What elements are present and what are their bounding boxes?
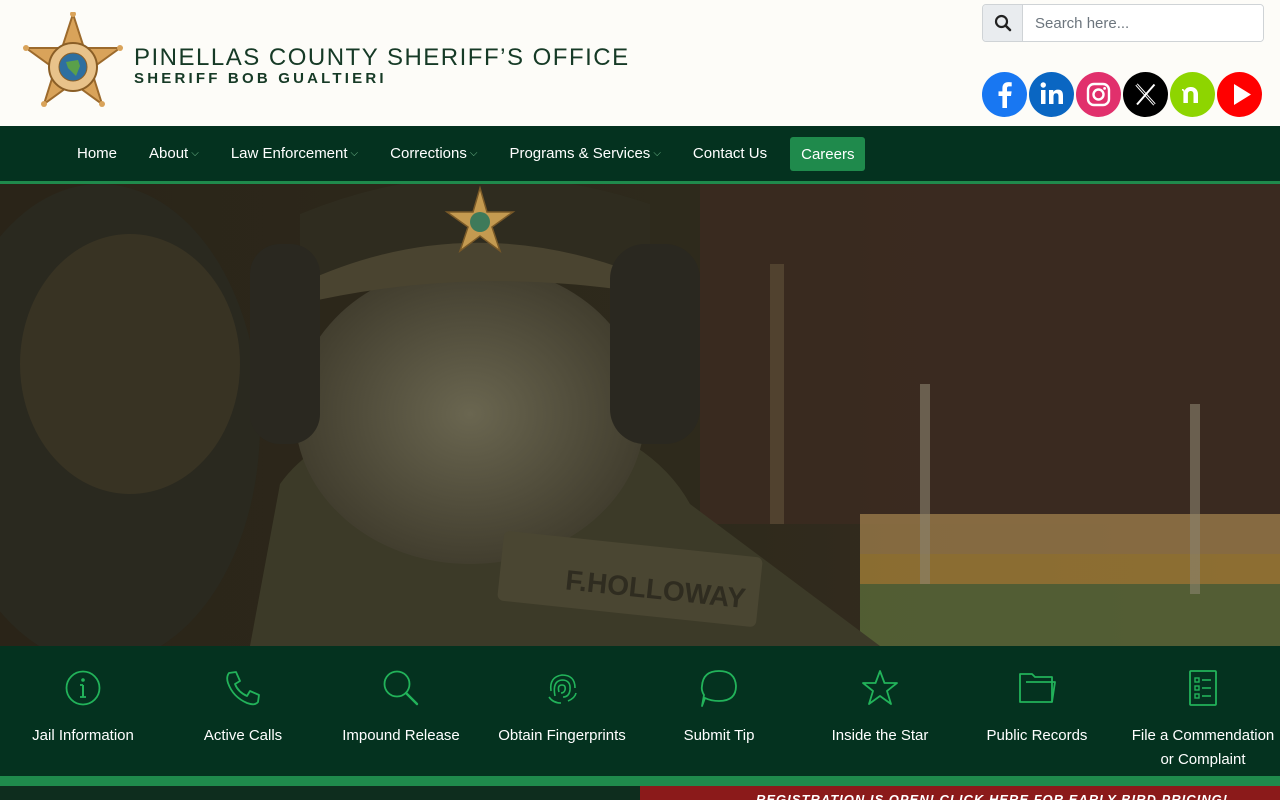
divider-bar [0,776,1280,786]
quick-link-label: Impound Release [342,727,460,744]
quick-link-label-line1: File a Commendation [1131,727,1275,744]
chat-bubble-icon [699,668,739,708]
quick-link-label: Jail Information [32,727,134,744]
x-link[interactable] [1123,72,1168,117]
facebook-link[interactable] [982,72,1027,117]
nav-corrections[interactable]: Corrections ⌵ [379,145,488,162]
linkedin-icon [1040,82,1063,104]
instagram-link[interactable] [1076,72,1121,117]
nav-programs-services[interactable]: Programs & Services ⌵ [498,145,671,162]
search-button[interactable] [983,5,1023,41]
nav-corrections-label: Corrections [390,145,467,162]
quick-link-label: Active Calls [203,727,283,744]
quick-links-bar: Jail Information Active Calls Impound Re… [0,646,1280,776]
registration-banner-text: REGISTRATION IS OPEN! CLICK HERE FOR EAR… [756,792,1229,800]
quick-link-label: Public Records [986,727,1088,744]
instagram-icon [1086,82,1111,107]
bottom-panel-left [0,786,640,800]
nav-about-label: About [149,145,189,162]
quick-link-inside-the-star[interactable]: Inside the Star [818,668,942,748]
chevron-down-icon: ⌵ [191,148,199,159]
chevron-down-icon: ⌵ [653,148,661,159]
facebook-icon [998,82,1012,108]
chevron-down-icon: ⌵ [350,148,359,159]
nav-home[interactable]: Home [66,145,128,162]
quick-link-public-records[interactable]: Public Records [976,668,1098,748]
site-subtitle: SHERIFF BOB GUALTIERI [134,70,387,87]
x-icon [1135,83,1156,106]
quick-link-label: Inside the Star [831,727,929,744]
sheriff-star-logo[interactable] [18,10,128,116]
nav-contact-us[interactable]: Contact Us [682,145,778,162]
quick-link-submit-tip[interactable]: Submit Tip [664,668,774,748]
fingerprint-icon [542,668,582,708]
quick-link-label: Obtain Fingerprints [498,727,626,744]
site-title-block[interactable]: PINELLAS COUNTY SHERIFF’S OFFICE SHERIFF… [134,44,630,87]
info-icon [63,668,103,708]
quick-link-file-commendation[interactable]: File a Commendation or Complaint [1128,668,1278,772]
nextdoor-icon [1181,87,1198,103]
star-icon [860,668,900,708]
quick-link-label: Submit Tip [683,727,755,744]
quick-link-jail-information[interactable]: Jail Information [18,668,148,748]
chevron-down-icon: ⌵ [469,148,478,159]
search-bar [982,4,1264,42]
nextdoor-link[interactable] [1170,72,1215,117]
quick-link-impound-release[interactable]: Impound Release [336,668,466,748]
nav-law-enforcement[interactable]: Law Enforcement ⌵ [220,145,369,162]
linkedin-link[interactable] [1029,72,1074,117]
nav-about[interactable]: About ⌵ [138,145,210,162]
hero-image: F.HOLLOWAY [0,184,1280,646]
phone-icon [223,668,263,708]
search-icon [994,14,1011,32]
quick-link-active-calls[interactable]: Active Calls [188,668,298,748]
checklist-icon [1183,668,1223,708]
nav-law-enforcement-label: Law Enforcement [230,145,348,162]
social-links [982,72,1262,117]
nav-contact-us-label: Contact Us [692,145,768,162]
magnifier-icon [381,668,421,708]
youtube-icon [1234,84,1251,105]
youtube-link[interactable] [1217,72,1262,117]
site-header: PINELLAS COUNTY SHERIFF’S OFFICE SHERIFF… [0,0,1280,126]
nav-programs-services-label: Programs & Services [509,145,651,162]
quick-link-obtain-fingerprints[interactable]: Obtain Fingerprints [488,668,636,748]
quick-link-label-line2: or Complaint [1160,751,1246,768]
site-title: PINELLAS COUNTY SHERIFF’S OFFICE [134,44,630,71]
careers-button[interactable]: Careers [790,137,866,171]
quick-link-label: File a Commendation or Complaint [1132,724,1275,772]
search-input[interactable] [1023,5,1263,41]
registration-banner[interactable]: REGISTRATION IS OPEN! CLICK HERE FOR EAR… [640,786,1280,800]
folder-icon [1017,668,1057,708]
main-nav: Home About ⌵ Law Enforcement ⌵ Corrections… [0,126,1280,184]
nav-home-label: Home [77,145,118,162]
